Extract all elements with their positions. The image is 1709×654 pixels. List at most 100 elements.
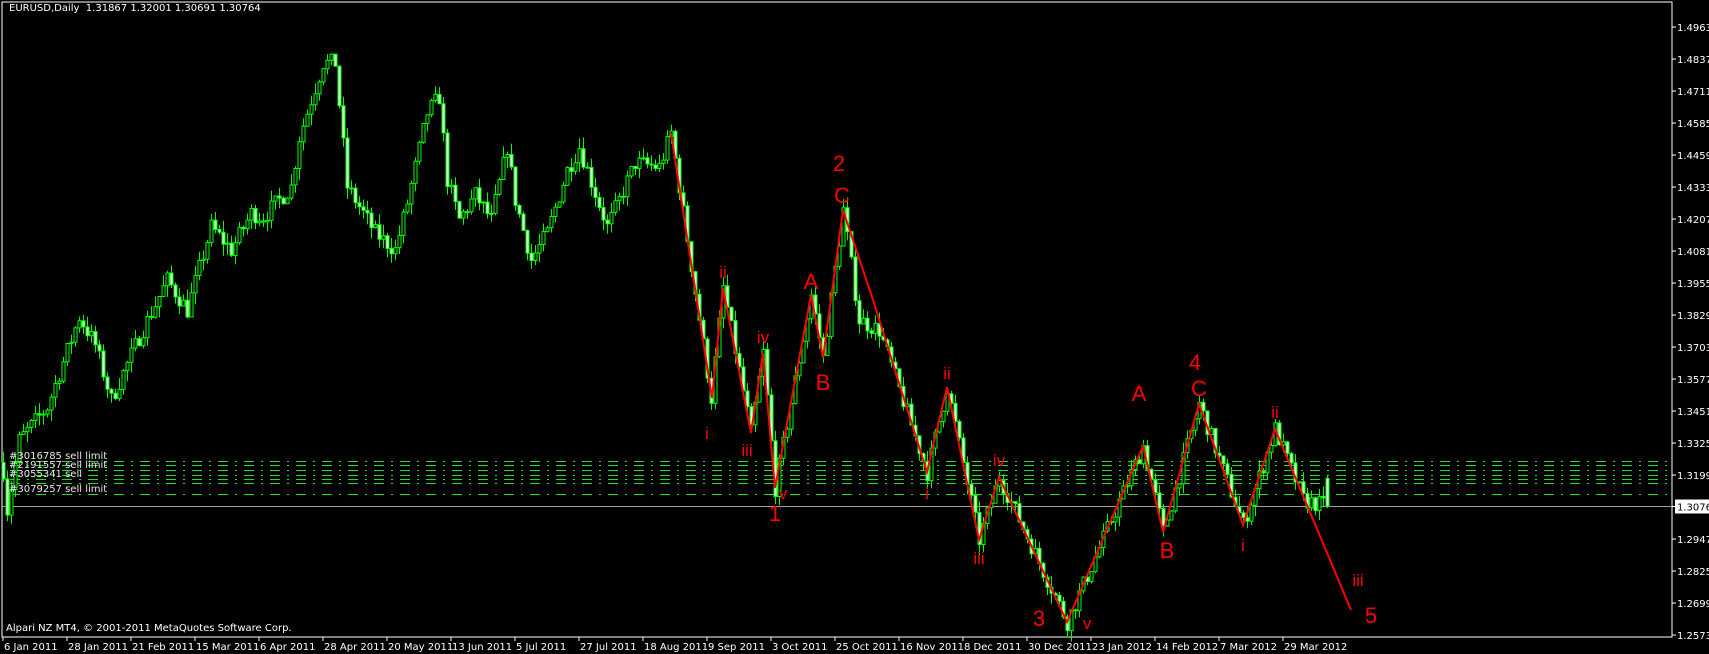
candle-bull (293, 167, 298, 186)
candle-bull (565, 167, 570, 186)
candle-bull (661, 159, 666, 164)
candle-bull (429, 100, 434, 116)
candle-bull (469, 198, 474, 213)
candle-bull (313, 93, 318, 106)
wave-label: B (1160, 538, 1175, 563)
chart-frame (1, 1, 1673, 638)
candle-bear (633, 165, 638, 169)
candle-bear (1157, 492, 1162, 509)
candle-bear (37, 413, 42, 416)
wave-label: i (705, 424, 709, 443)
y-axis-label: 1.26990 (1677, 599, 1709, 610)
candle-bear (177, 296, 182, 307)
candle-bull (285, 197, 290, 205)
candle-bear (345, 137, 350, 189)
candle-bull (625, 175, 630, 198)
candle-bull (505, 154, 510, 158)
candle-bull (273, 195, 278, 202)
x-axis-label: 28 Apr 2011 (324, 642, 386, 653)
order-label[interactable]: #3055341 sell (9, 469, 82, 480)
candle-bull (665, 136, 670, 161)
y-axis-label: 1.39555 (1677, 279, 1709, 290)
candle-bear (437, 93, 442, 105)
candle-bull (49, 396, 54, 411)
candle-bear (1073, 609, 1078, 612)
wave-label: i (1241, 536, 1245, 555)
candle-bear (453, 184, 458, 203)
candle-bull (161, 285, 166, 298)
candle-bear (105, 376, 110, 390)
candle-bear (773, 440, 778, 498)
candle-bear (1261, 470, 1266, 474)
candle-bull (561, 184, 566, 203)
candle-bull (297, 141, 302, 169)
candle-bull (449, 184, 454, 188)
candle-bull (189, 292, 194, 318)
candle-bull (121, 370, 126, 390)
wave-label: B (816, 370, 831, 395)
elliott-wave-line[interactable] (670, 132, 1352, 625)
candle-bear (109, 388, 114, 394)
candle-bull (57, 380, 62, 385)
y-axis-label: 1.28250 (1677, 567, 1709, 578)
candle-bull (233, 242, 238, 256)
y-axis-label: 1.35775 (1677, 375, 1709, 386)
wave-label: A (804, 269, 819, 294)
candle-bull (553, 206, 558, 217)
wave-label: iv (757, 328, 770, 347)
candle-bull (209, 219, 214, 244)
candle-bear (369, 212, 374, 229)
candle-bull (545, 227, 550, 233)
candle-bull (181, 299, 186, 307)
candle-bear (101, 350, 106, 378)
wave-label: C (834, 183, 850, 208)
candle-bull (157, 296, 162, 308)
candle-bull (1309, 497, 1314, 509)
candle-bull (41, 413, 46, 416)
candle-bull (497, 179, 502, 195)
candle-bull (69, 341, 74, 344)
y-axis-label: 1.30764 (1677, 503, 1709, 514)
candle-bull (493, 193, 498, 214)
wave-label: C (1191, 376, 1207, 401)
wave-label: i (925, 484, 929, 503)
candle-bull (613, 200, 618, 213)
x-axis-label: 20 May 2011 (388, 642, 453, 653)
candle-bull (557, 201, 562, 208)
candle-bull (125, 361, 130, 372)
candle-bear (1321, 495, 1326, 499)
candle-bull (329, 53, 334, 61)
candle-bear (865, 317, 870, 332)
candle-bear (357, 202, 362, 208)
candle-bear (221, 231, 226, 245)
candle-bear (353, 187, 358, 204)
candle-bull (541, 231, 546, 246)
wave-label: ii (719, 263, 727, 282)
candle-bear (349, 187, 354, 190)
candle-bear (1057, 594, 1062, 602)
candle-bull (657, 162, 662, 169)
x-axis-label: 25 Oct 2011 (836, 642, 898, 653)
candle-bear (241, 226, 246, 230)
candle-bear (513, 166, 518, 206)
x-axis-label: 16 Nov 2011 (900, 642, 964, 653)
candle-bear (365, 209, 370, 214)
price-chart[interactable]: iiiiiiivv1ABC2iiiiiiiv3 vABC4iiiiii5#3016… (0, 0, 1709, 654)
candle-bull (489, 212, 494, 215)
x-axis-label: 8 Dec 2011 (964, 642, 1022, 653)
candle-bull (309, 104, 314, 115)
candle-bear (85, 326, 90, 337)
candle-bear (1221, 455, 1226, 465)
candle-bull (61, 361, 66, 382)
wave-label: 4 (1189, 350, 1201, 375)
candle-bull (29, 419, 34, 428)
candle-bear (1013, 501, 1018, 505)
candle-bull (205, 242, 210, 260)
y-axis-label: 1.29475 (1677, 535, 1709, 546)
order-label[interactable]: #3079257 sell limit (9, 484, 107, 495)
x-axis-label: 6 Apr 2011 (260, 642, 315, 653)
wave-label: v (1083, 614, 1092, 633)
candle-bear (1, 461, 6, 480)
wave-label: ii (943, 364, 951, 383)
candle-bull (401, 211, 406, 236)
